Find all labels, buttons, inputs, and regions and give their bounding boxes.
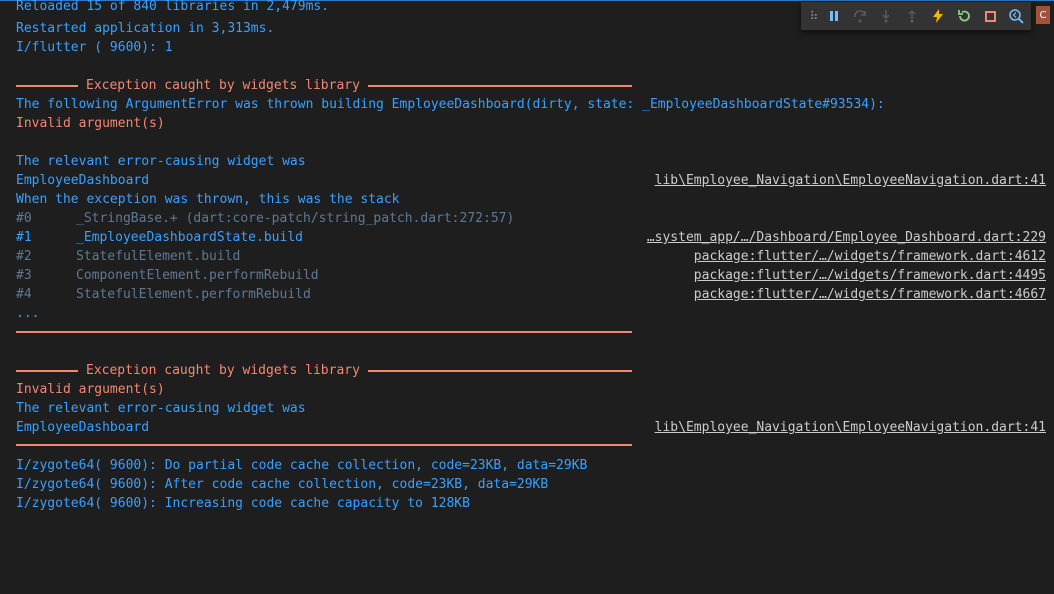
stop-icon[interactable] xyxy=(977,5,1003,27)
relevant-widget-line: The relevant error-causing widget was xyxy=(16,154,306,169)
drag-handle-icon[interactable]: ⠷ xyxy=(807,5,821,27)
log-line-restarted: Restarted application in 3,313ms. xyxy=(16,21,275,36)
exception-footer-rule xyxy=(16,331,632,333)
frame-number: #3 xyxy=(16,268,32,283)
log-line-zygote: I/zygote64( 9600): Increasing code cache… xyxy=(16,496,470,511)
avatar[interactable]: C xyxy=(1036,6,1050,24)
divider xyxy=(16,369,78,372)
stack-frame: #0 _StringBase.+ (dart:core-patch/string_… xyxy=(16,209,514,228)
step-over-icon[interactable] xyxy=(847,5,873,27)
frame-name: StatefulElement.build xyxy=(76,249,241,264)
step-out-icon[interactable] xyxy=(899,5,925,27)
exception-header-text: Exception caught by widgets library xyxy=(86,363,360,378)
widget-source-link[interactable]: lib\Employee_Navigation\EmployeeNavigati… xyxy=(655,171,1046,190)
frame-name: StatefulElement.performRebuild xyxy=(76,287,311,302)
relevant-widget-line: The relevant error-causing widget was xyxy=(16,401,306,416)
debug-console: Reloaded 15 of 840 libraries in 2,479ms.… xyxy=(0,0,1054,594)
invalid-argument-line: Invalid argument(s) xyxy=(16,382,165,397)
debug-toolbar: ⠷ xyxy=(801,2,1031,30)
stack-intro-line: When the exception was thrown, this was … xyxy=(16,192,400,207)
stack-ellipsis: ... xyxy=(16,306,40,321)
frame-number: #0 xyxy=(16,211,32,226)
frame-name: ComponentElement.performRebuild xyxy=(76,268,319,283)
exception-header-1: Exception caught by widgets library xyxy=(16,76,632,95)
log-line-reloaded: Reloaded 15 of 840 libraries in 2,479ms. xyxy=(16,0,330,14)
argument-error-line: The following ArgumentError was thrown b… xyxy=(16,97,885,112)
stack-frame-link[interactable]: package:flutter/…/widgets/framework.dart… xyxy=(694,247,1046,266)
divider xyxy=(367,369,632,372)
stack-frame-link[interactable]: package:flutter/…/widgets/framework.dart… xyxy=(694,285,1046,304)
log-line-zygote: I/zygote64( 9600): Do partial code cache… xyxy=(16,458,588,473)
widget-inspector-icon[interactable] xyxy=(1003,5,1029,27)
lightning-icon[interactable] xyxy=(925,5,951,27)
frame-number: #2 xyxy=(16,249,32,264)
stack-frame: #1 _EmployeeDashboardState.build xyxy=(16,228,303,247)
exception-header-text: Exception caught by widgets library xyxy=(86,78,360,93)
frame-number: #4 xyxy=(16,287,32,302)
frame-name: _EmployeeDashboardState.build xyxy=(76,230,303,245)
frame-number: #1 xyxy=(16,230,32,245)
frame-name: _StringBase.+ (dart:core-patch/string_pa… xyxy=(76,211,515,226)
divider xyxy=(367,84,632,87)
stack-frame-link[interactable]: package:flutter/…/widgets/framework.dart… xyxy=(694,266,1046,285)
pause-icon[interactable] xyxy=(821,5,847,27)
stack-frame: #2 StatefulElement.build xyxy=(16,247,240,266)
stack-frame: #3 ComponentElement.performRebuild xyxy=(16,266,319,285)
exception-footer-rule xyxy=(16,444,632,446)
restart-icon[interactable] xyxy=(951,5,977,27)
invalid-argument-line: Invalid argument(s) xyxy=(16,116,165,131)
widget-source-link[interactable]: lib\Employee_Navigation\EmployeeNavigati… xyxy=(655,418,1046,437)
exception-header-2: Exception caught by widgets library xyxy=(16,361,632,380)
divider xyxy=(16,84,78,87)
log-line-zygote: I/zygote64( 9600): After code cache coll… xyxy=(16,477,549,492)
stack-frame-link[interactable]: …system_app/…/Dashboard/Employee_Dashboa… xyxy=(647,228,1046,247)
stack-frame: #4 StatefulElement.performRebuild xyxy=(16,285,311,304)
widget-name-line: EmployeeDashboard xyxy=(16,420,150,435)
step-into-icon[interactable] xyxy=(873,5,899,27)
widget-name-line: EmployeeDashboard xyxy=(16,173,150,188)
log-line-flutter: I/flutter ( 9600): 1 xyxy=(16,40,173,55)
